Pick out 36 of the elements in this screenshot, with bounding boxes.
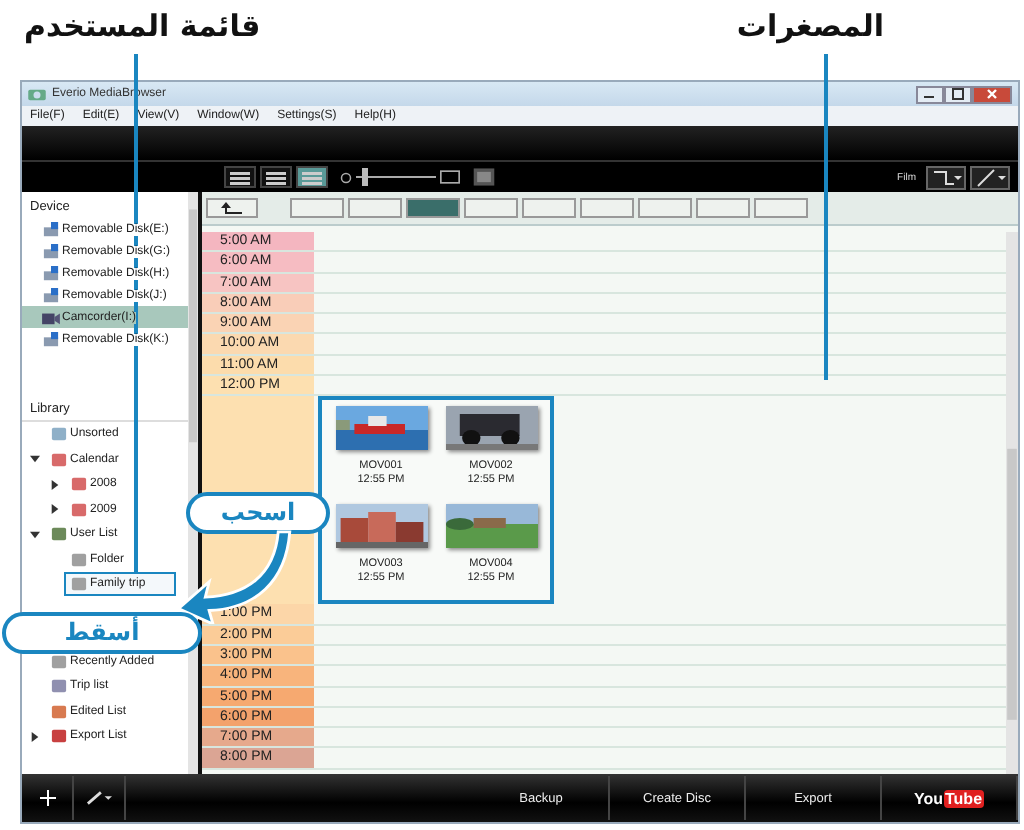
filter-dropdown[interactable] [926,165,966,189]
pen-icon [974,167,1006,187]
step-icon [930,167,962,187]
up-button[interactable] [206,198,258,218]
zoom-out-icon [340,171,352,183]
annotation-label: المصغرات [736,6,884,48]
edit-dropdown[interactable] [970,165,1010,189]
zoom-in-icon [440,170,460,184]
wrench-icon [86,790,112,806]
close-button[interactable] [972,85,1012,103]
expand-toggle-icon[interactable] [30,529,40,540]
view-mode-button[interactable] [296,166,328,188]
slider-thumb[interactable] [362,168,368,186]
callout-label: أسقط [2,612,202,654]
list-icon [228,169,252,185]
view-mode-button[interactable] [224,166,256,188]
expand-toggle-icon[interactable] [50,479,60,490]
up-arrow-icon [220,200,244,216]
plus-icon [39,790,55,806]
expand-toggle-icon[interactable] [30,731,40,742]
callout-label: اسحب [186,492,330,534]
camcorder-icon [42,309,60,325]
expand-toggle-icon[interactable] [30,454,40,465]
maximize-icon [950,88,966,100]
list-icon [264,169,288,185]
expand-toggle-icon[interactable] [50,504,60,515]
app-icon [28,87,46,101]
view-mode-button[interactable] [260,166,292,188]
annotation-label: قائمة المستخدم [24,6,261,48]
minimize-button[interactable] [916,85,944,103]
scrollbar[interactable] [1006,232,1018,774]
photo-icon[interactable] [472,166,496,188]
close-icon [984,88,1000,100]
list-icon [300,169,324,185]
youtube-button[interactable]: YouTube [882,776,1018,820]
maximize-button[interactable] [944,85,972,103]
